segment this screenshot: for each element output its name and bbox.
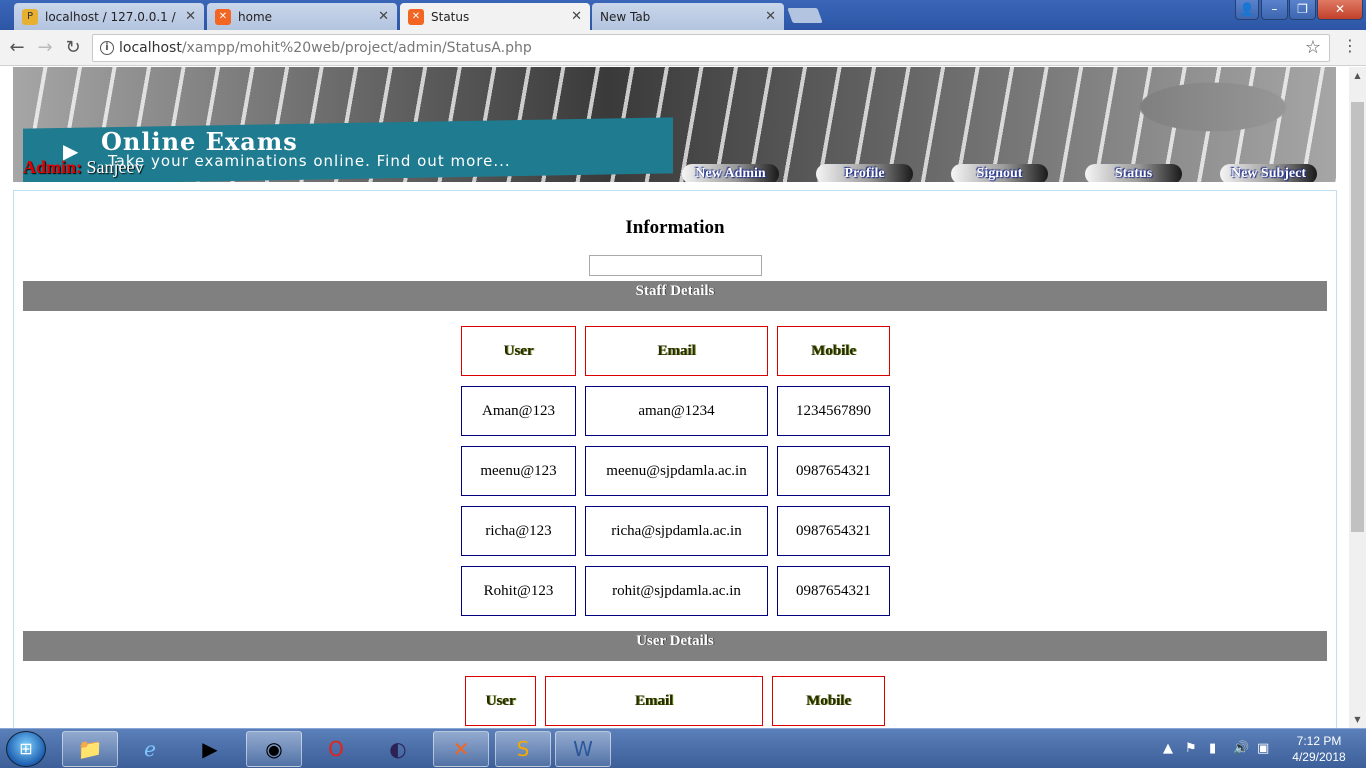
- banner-tagline: Take your examinations online. Find out …: [108, 152, 511, 170]
- reload-icon[interactable]: ↻: [62, 37, 84, 59]
- power-icon[interactable]: ▣: [1257, 741, 1269, 756]
- nav-profile[interactable]: Profile: [816, 164, 913, 182]
- back-icon[interactable]: ←: [6, 37, 28, 59]
- word-icon[interactable]: W: [555, 731, 611, 767]
- browser-tab-home[interactable]: ✕ home ✕: [207, 3, 397, 30]
- url-path: /xampp/mohit%20web/project/admin/StatusA…: [181, 40, 532, 56]
- minimize-button[interactable]: –: [1261, 0, 1288, 20]
- new-tab-button[interactable]: [787, 8, 823, 23]
- xampp-control-icon[interactable]: ✕: [433, 731, 489, 767]
- staff-details-header: Staff Details: [23, 281, 1327, 311]
- sublime-text-icon[interactable]: S: [495, 731, 551, 767]
- nav-new-admin[interactable]: New Admin: [682, 164, 779, 182]
- profile-icon[interactable]: 👤: [1235, 0, 1259, 20]
- staff-cell-email: meenu@sjpdamla.ac.in: [585, 446, 768, 496]
- xampp-icon: ✕: [408, 8, 424, 25]
- staff-header-email: Email: [585, 326, 768, 376]
- tab-title: Status: [431, 9, 470, 24]
- admin-greeting: Admin: Sanjeev: [23, 157, 144, 178]
- browser-menu-icon[interactable]: ⋮: [1342, 36, 1358, 55]
- scroll-down-arrow-icon[interactable]: ▼: [1349, 711, 1366, 728]
- maximize-button[interactable]: ❐: [1289, 0, 1316, 20]
- site-banner: ▶ Online Exams Take your examinations on…: [13, 67, 1336, 182]
- staff-cell-email: richa@sjpdamla.ac.in: [585, 506, 768, 556]
- user-details-header: User Details: [23, 631, 1327, 661]
- phpmyadmin-icon: P: [22, 8, 38, 25]
- nav-signout[interactable]: Signout: [951, 164, 1048, 182]
- staff-cell-mobile: 0987654321: [777, 506, 890, 556]
- chrome-icon[interactable]: ◉: [246, 731, 302, 767]
- windows-taskbar: ⊞ 📁 ℯ ▶ ◉ O ◐ ✕ S W ▲ ⚑ ▮ 🔊 ▣ 7:12 PM 4/…: [0, 728, 1366, 768]
- staff-cell-email: aman@1234: [585, 386, 768, 436]
- info-icon[interactable]: i: [100, 41, 114, 55]
- content-panel: Information Staff Details User Email Mob…: [13, 190, 1337, 728]
- search-input[interactable]: [589, 255, 762, 276]
- url-host: localhost: [119, 40, 182, 56]
- internet-explorer-icon[interactable]: ℯ: [122, 731, 178, 767]
- admin-label: Admin:: [23, 157, 83, 177]
- staff-cell-mobile: 1234567890: [777, 386, 890, 436]
- browser-tab-phpmyadmin[interactable]: P localhost / 127.0.0.1 / exa ✕: [14, 3, 204, 30]
- close-icon[interactable]: ✕: [765, 9, 776, 24]
- network-signal-icon[interactable]: ▮: [1209, 741, 1216, 756]
- page-viewport: ▶ Online Exams Take your examinations on…: [0, 67, 1349, 728]
- staff-header-mobile: Mobile: [777, 326, 890, 376]
- system-clock[interactable]: 7:12 PM 4/29/2018: [1284, 733, 1354, 765]
- staff-cell-user: Rohit@123: [461, 566, 576, 616]
- user-header-email: Email: [545, 676, 763, 726]
- scroll-up-arrow-icon[interactable]: ▲: [1349, 67, 1366, 84]
- nav-status[interactable]: Status: [1085, 164, 1182, 182]
- address-bar[interactable]: i localhost/xampp/mohit%20web/project/ad…: [92, 34, 1330, 62]
- browser-tab-status[interactable]: ✕ Status ✕: [400, 3, 590, 30]
- browser-toolbar: ← → ↻ i localhost/xampp/mohit%20web/proj…: [0, 30, 1366, 66]
- user-header-mobile: Mobile: [772, 676, 885, 726]
- close-icon[interactable]: ✕: [571, 9, 582, 24]
- browser-tab-new-tab[interactable]: New Tab ✕: [592, 3, 784, 30]
- clock-date: 4/29/2018: [1292, 750, 1346, 764]
- show-hidden-icons-icon[interactable]: ▲: [1163, 741, 1173, 756]
- staff-header-user: User: [461, 326, 576, 376]
- staff-cell-mobile: 0987654321: [777, 446, 890, 496]
- opera-icon[interactable]: O: [308, 731, 364, 767]
- forward-icon[interactable]: →: [34, 37, 56, 59]
- page-title: Information: [625, 217, 725, 238]
- file-explorer-icon[interactable]: 📁: [62, 731, 118, 767]
- browser-tabstrip: P localhost / 127.0.0.1 / exa ✕ ✕ home ✕…: [0, 0, 1366, 30]
- tab-title: New Tab: [600, 9, 651, 24]
- page-scrollbar[interactable]: ▲ ▼: [1349, 67, 1366, 728]
- close-icon[interactable]: ✕: [378, 9, 389, 24]
- staff-cell-user: Aman@123: [461, 386, 576, 436]
- nav-new-subject[interactable]: New Subject: [1220, 164, 1317, 182]
- staff-cell-user: richa@123: [461, 506, 576, 556]
- eclipse-icon[interactable]: ◐: [370, 731, 426, 767]
- bookmark-star-icon[interactable]: ☆: [1305, 35, 1321, 61]
- volume-icon[interactable]: 🔊: [1233, 741, 1249, 756]
- xampp-icon: ✕: [215, 8, 231, 25]
- user-header-user: User: [465, 676, 536, 726]
- staff-cell-mobile: 0987654321: [777, 566, 890, 616]
- media-player-icon[interactable]: ▶: [182, 731, 238, 767]
- window-close-button[interactable]: ✕: [1317, 0, 1363, 20]
- close-icon[interactable]: ✕: [185, 9, 196, 24]
- tab-title: home: [238, 9, 273, 24]
- scroll-thumb[interactable]: [1351, 102, 1364, 532]
- start-button[interactable]: ⊞: [6, 731, 46, 767]
- tab-title: localhost / 127.0.0.1 / exa: [45, 9, 179, 24]
- action-center-flag-icon[interactable]: ⚑: [1185, 741, 1197, 756]
- clock-time: 7:12 PM: [1296, 734, 1342, 748]
- admin-name: Sanjeev: [86, 157, 144, 177]
- staff-cell-email: rohit@sjpdamla.ac.in: [585, 566, 768, 616]
- staff-cell-user: meenu@123: [461, 446, 576, 496]
